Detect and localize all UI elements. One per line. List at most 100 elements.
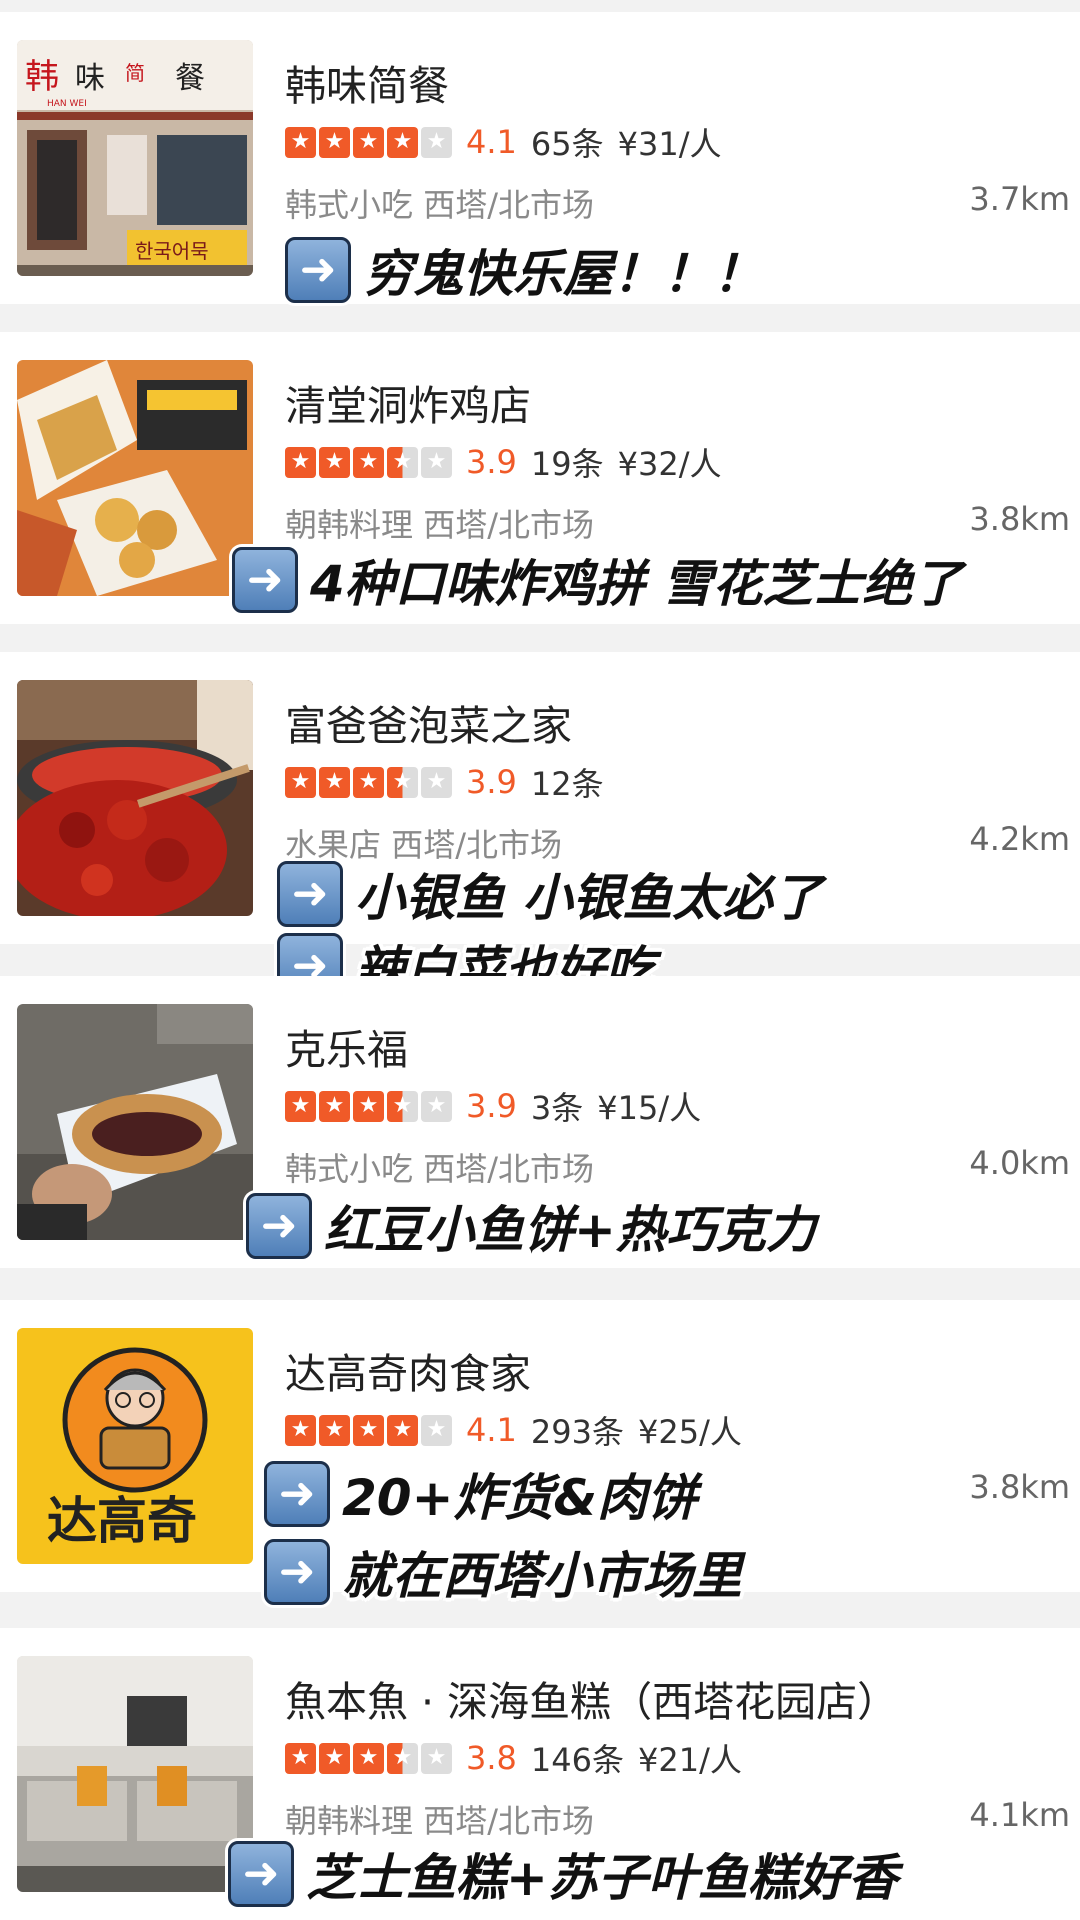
- restaurant-name[interactable]: 魚本魚 · 深海鱼糕（西塔花园店）: [285, 1668, 898, 1728]
- note-text: 红豆小鱼饼+热巧克力: [324, 1201, 816, 1259]
- category-area: 朝韩料理 西塔/北市场: [285, 500, 594, 546]
- star-icon: ★: [319, 1414, 350, 1446]
- area: 西塔/北市场: [423, 186, 594, 224]
- right-arrow-icon: ➜: [232, 547, 298, 613]
- overlay-note: ➜ 红豆小鱼饼+热巧克力: [246, 1190, 816, 1262]
- star-icon: ★: [387, 446, 418, 478]
- star-icon: ★: [353, 1414, 384, 1446]
- review-count: 12条: [530, 765, 604, 803]
- star-rating: ★ ★ ★ ★ ★: [285, 1414, 452, 1446]
- star-icon: ★: [353, 126, 384, 158]
- overlay-note: ➜ 就在西塔小市场里: [264, 1536, 742, 1608]
- star-icon: ★: [285, 1414, 316, 1446]
- category: 韩式小吃: [285, 1150, 414, 1188]
- star-icon: ★: [285, 126, 316, 158]
- avg-price: ¥25/人: [637, 1413, 742, 1451]
- rating-score: 3.8: [466, 1739, 517, 1777]
- category-area: 朝韩料理 西塔/北市场: [285, 1796, 594, 1842]
- star-icon: ★: [285, 446, 316, 478]
- star-icon: ★: [319, 446, 350, 478]
- star-icon: ★: [353, 1090, 384, 1122]
- star-rating: ★ ★ ★ ★ ★: [285, 766, 452, 798]
- rating-score: 3.9: [466, 1087, 517, 1125]
- restaurant-name[interactable]: 达高奇肉食家: [285, 1340, 531, 1400]
- rating-row: ★ ★ ★ ★ ★ 3.8 146条 ¥21/人: [285, 1738, 742, 1779]
- right-arrow-icon: ➜: [228, 1841, 294, 1907]
- rating-score: 4.1: [466, 1411, 517, 1449]
- restaurant-name[interactable]: 韩味简餐: [285, 52, 449, 112]
- rating-row: ★ ★ ★ ★ ★ 3.9 3条 ¥15/人: [285, 1086, 702, 1127]
- note-text: 20+炸货&肉饼: [342, 1469, 698, 1527]
- restaurant-photo: [17, 680, 253, 916]
- star-icon: ★: [353, 766, 384, 798]
- distance: 4.0km: [969, 1144, 1070, 1182]
- star-icon: ★: [285, 1090, 316, 1122]
- svg-text:韩: 韩: [25, 57, 59, 97]
- star-rating: ★ ★ ★ ★ ★: [285, 1742, 452, 1774]
- rating-score: 3.9: [466, 443, 517, 481]
- rating-row: ★ ★ ★ ★ ★ 3.9 19条 ¥32/人: [285, 442, 722, 483]
- restaurant-photo: 韩 味 简 餐 HAN WEI 한국어묵: [17, 40, 253, 276]
- svg-text:餐: 餐: [175, 61, 205, 96]
- star-icon: ★: [353, 446, 384, 478]
- star-icon: ★: [387, 766, 418, 798]
- category: 韩式小吃: [285, 186, 414, 224]
- restaurant-card[interactable]: 达高奇 达高奇肉食家 ★ ★ ★ ★ ★ 4.1 293条 ¥25/人 3.8k…: [0, 1300, 1080, 1605]
- restaurant-card[interactable]: 克乐福 ★ ★ ★ ★ ★ 3.9 3条 ¥15/人 韩式小吃 西塔/北市场 4…: [0, 976, 1080, 1268]
- avg-price: ¥32/人: [617, 445, 722, 483]
- category: 朝韩料理: [285, 1802, 414, 1840]
- rating-row: ★ ★ ★ ★ ★ 3.9 12条: [285, 762, 618, 803]
- star-icon: ★: [421, 1742, 452, 1774]
- avg-price: ¥15/人: [597, 1089, 702, 1127]
- star-icon: ★: [319, 126, 350, 158]
- review-count: 65条: [530, 125, 604, 163]
- avg-price: ¥21/人: [637, 1741, 742, 1779]
- star-icon: ★: [421, 766, 452, 798]
- star-icon: ★: [285, 1742, 316, 1774]
- restaurant-name[interactable]: 清堂洞炸鸡店: [285, 372, 531, 432]
- restaurant-card[interactable]: 韩 味 简 餐 HAN WEI 한국어묵 韩味简餐 ★ ★ ★ ★ ★ 4.1 …: [0, 12, 1080, 304]
- review-count: 3条: [530, 1089, 584, 1127]
- rating-score: 3.9: [466, 763, 517, 801]
- restaurant-name[interactable]: 克乐福: [285, 1016, 408, 1076]
- star-icon: ★: [421, 126, 452, 158]
- restaurant-card[interactable]: 清堂洞炸鸡店 ★ ★ ★ ★ ★ 3.9 19条 ¥32/人 朝韩料理 西塔/北…: [0, 332, 1080, 624]
- svg-text:味: 味: [75, 61, 105, 96]
- overlay-note: ➜ 芝士鱼糕+苏子叶鱼糕好香: [228, 1838, 898, 1910]
- restaurant-photo: [17, 360, 253, 596]
- star-icon: ★: [421, 1090, 452, 1122]
- area: 西塔/北市场: [423, 1802, 594, 1840]
- restaurant-card[interactable]: 富爸爸泡菜之家 ★ ★ ★ ★ ★ 3.9 12条 水果店 西塔/北市场 4.2…: [0, 652, 1080, 999]
- star-icon: ★: [387, 126, 418, 158]
- avg-price: ¥31/人: [617, 125, 722, 163]
- star-rating: ★ ★ ★ ★ ★: [285, 1090, 452, 1122]
- overlay-note: ➜ 穷鬼快乐屋！！！: [285, 234, 763, 306]
- star-icon: ★: [421, 446, 452, 478]
- right-arrow-icon: ➜: [246, 1193, 312, 1259]
- star-icon: ★: [319, 1090, 350, 1122]
- distance: 3.8km: [969, 1468, 1070, 1506]
- note-text: 芝士鱼糕+苏子叶鱼糕好香: [306, 1849, 898, 1907]
- overlay-note: ➜ 小银鱼 小银鱼太必了: [277, 858, 822, 930]
- category-area: 韩式小吃 西塔/北市场: [285, 1144, 594, 1190]
- rating-row: ★ ★ ★ ★ ★ 4.1 65条 ¥31/人: [285, 122, 722, 163]
- restaurant-photo: [17, 1004, 253, 1240]
- right-arrow-icon: ➜: [277, 861, 343, 927]
- restaurant-card[interactable]: 魚本魚 · 深海鱼糕（西塔花园店） ★ ★ ★ ★ ★ 3.8 146条 ¥21…: [0, 1628, 1080, 1920]
- star-icon: ★: [421, 1414, 452, 1446]
- review-count: 19条: [530, 445, 604, 483]
- area: 西塔/北市场: [423, 506, 594, 544]
- note-text: 4种口味炸鸡拼 雪花芝士绝了: [310, 555, 963, 613]
- right-arrow-icon: ➜: [285, 237, 351, 303]
- review-count: 293条: [530, 1413, 624, 1451]
- star-icon: ★: [387, 1090, 418, 1122]
- note-text: 小银鱼 小银鱼太必了: [355, 869, 823, 927]
- distance: 3.7km: [969, 180, 1070, 218]
- category-area: 韩式小吃 西塔/北市场: [285, 180, 594, 226]
- restaurant-name[interactable]: 富爸爸泡菜之家: [285, 692, 572, 752]
- note-text: 就在西塔小市场里: [342, 1547, 742, 1605]
- category: 朝韩料理: [285, 506, 414, 544]
- restaurant-photo: 达高奇: [17, 1328, 253, 1564]
- rating-row: ★ ★ ★ ★ ★ 4.1 293条 ¥25/人: [285, 1410, 742, 1451]
- note-text: 穷鬼快乐屋！！！: [363, 245, 763, 303]
